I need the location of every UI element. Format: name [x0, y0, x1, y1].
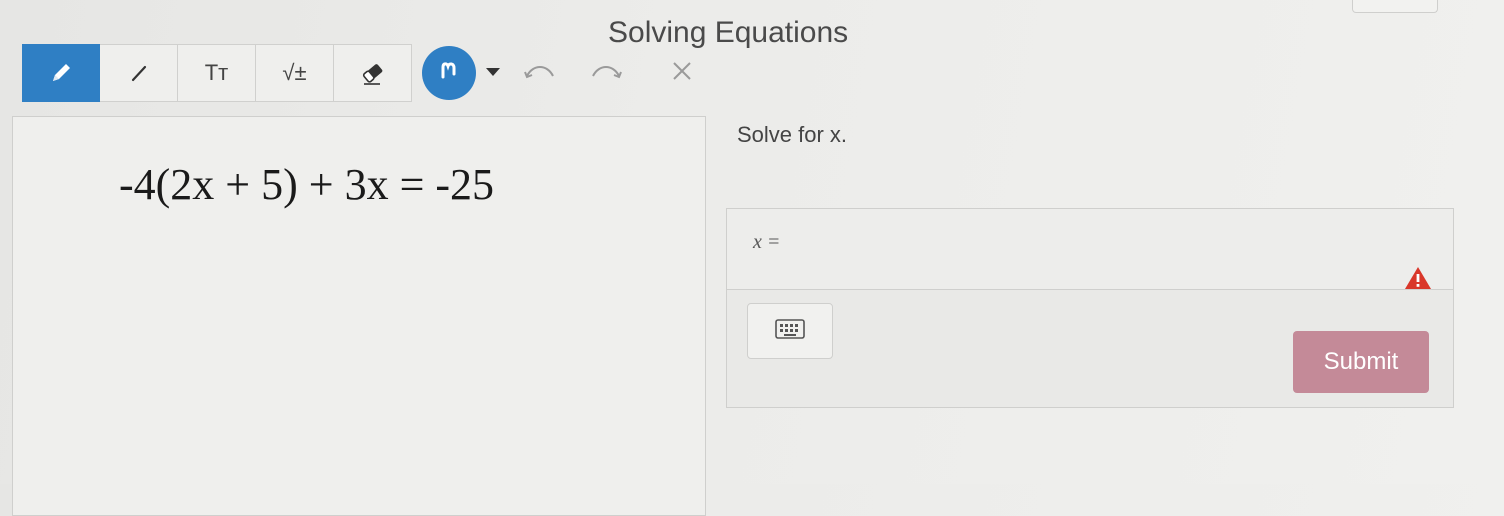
ink-color-button[interactable] [422, 46, 476, 100]
top-corner-tab[interactable] [1352, 0, 1438, 13]
answer-row: x = [727, 209, 1453, 290]
pencil-tool-button[interactable] [22, 44, 100, 102]
drawing-canvas[interactable]: -4(2x + 5) + 3x = -25 [12, 116, 706, 516]
color-dropdown-button[interactable] [484, 63, 502, 83]
warning-icon [1403, 265, 1433, 296]
line-icon [127, 61, 151, 85]
submit-button[interactable]: Submit [1293, 331, 1429, 393]
math-tool-button[interactable]: √± [256, 44, 334, 102]
text-tool-button[interactable]: Tт [178, 44, 256, 102]
close-icon [671, 60, 693, 87]
redo-button[interactable] [578, 53, 634, 93]
ink-color-icon [435, 57, 463, 90]
math-icon: √± [282, 60, 307, 85]
answer-input[interactable] [797, 225, 1361, 263]
redo-icon [589, 61, 623, 86]
clear-canvas-button[interactable] [654, 53, 710, 93]
eraser-icon [358, 58, 388, 88]
undo-icon [523, 61, 557, 86]
line-tool-button[interactable] [100, 44, 178, 102]
text-icon: Tт [204, 60, 229, 85]
answer-panel: x = Submit [726, 208, 1454, 408]
eraser-tool-button[interactable] [334, 44, 412, 102]
keyboard-icon [775, 318, 805, 344]
pencil-icon [48, 60, 74, 86]
caret-down-icon [485, 64, 501, 82]
question-prompt: Solve for x. [737, 122, 848, 147]
answer-variable-label: x = [753, 231, 781, 253]
undo-button[interactable] [512, 53, 568, 93]
drawing-toolbar: Tт √± [22, 43, 710, 103]
keyboard-button[interactable] [747, 303, 833, 359]
problem-equation: -4(2x + 5) + 3x = -25 [119, 160, 495, 209]
